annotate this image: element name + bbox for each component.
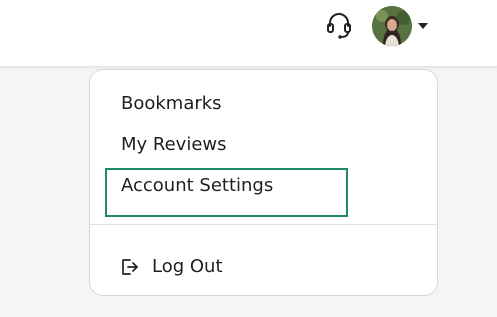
user-avatar	[372, 6, 412, 46]
caret-down-icon	[418, 23, 428, 29]
account-menu-button[interactable]	[372, 6, 430, 46]
menu-item-account-settings[interactable]: Account Settings	[121, 175, 273, 197]
menu-divider	[90, 224, 437, 225]
top-navigation-bar	[0, 0, 497, 67]
menu-item-my-reviews[interactable]: My Reviews	[121, 134, 227, 156]
logout-button[interactable]: Log Out	[120, 256, 223, 277]
support-button[interactable]	[322, 8, 356, 42]
menu-item-bookmarks[interactable]: Bookmarks	[121, 93, 222, 115]
logout-label: Log Out	[152, 256, 223, 277]
account-dropdown-menu: Bookmarks My Reviews Account Settings Lo…	[89, 69, 438, 296]
headset-icon	[327, 13, 351, 39]
logout-icon	[120, 257, 142, 277]
